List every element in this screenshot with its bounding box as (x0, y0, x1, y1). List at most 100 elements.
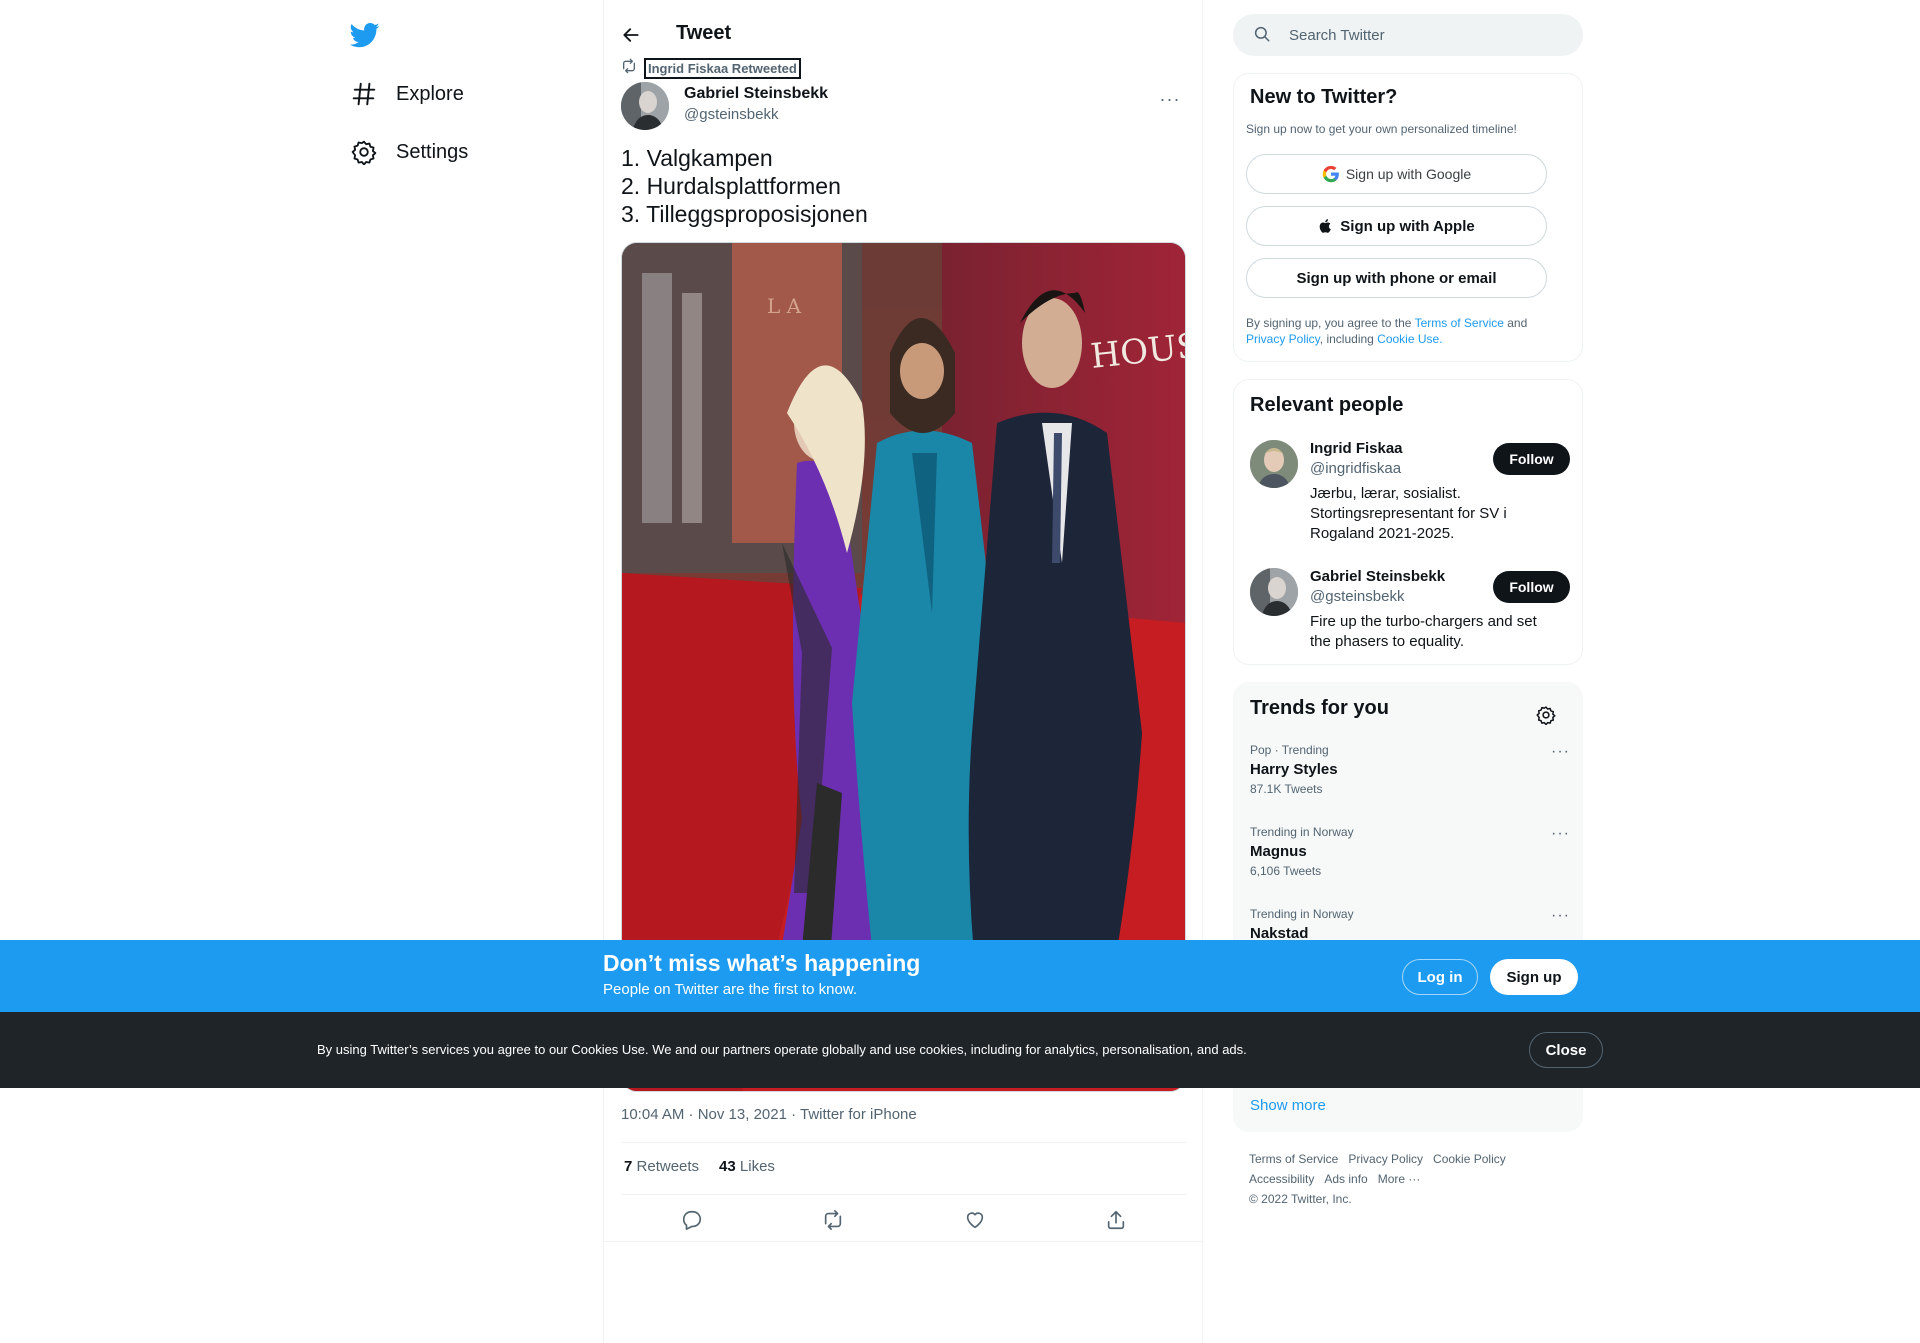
relevant-people-title: Relevant people (1250, 394, 1404, 416)
google-icon (1322, 165, 1340, 183)
person-handle: @ingridfiskaa (1310, 460, 1402, 477)
trend-count: 6,106 Tweets (1250, 864, 1322, 878)
signup-apple-label: Sign up with Apple (1340, 217, 1475, 235)
follow-button[interactable]: Follow (1493, 571, 1570, 603)
footer-link[interactable]: Cookie Policy (1433, 1152, 1506, 1166)
footer-link[interactable]: Privacy Policy (1348, 1152, 1423, 1166)
divider (621, 1194, 1187, 1195)
person-name[interactable]: Ingrid Fiskaa (1310, 440, 1403, 457)
cookie-banner: By using Twitter’s services you agree to… (0, 1012, 1920, 1088)
nav-settings[interactable]: Settings (350, 128, 468, 176)
trend-context: Trending in Norway (1250, 825, 1354, 839)
show-more-link[interactable]: Show more (1250, 1097, 1326, 1114)
hashtag-icon (350, 80, 378, 108)
more-options-icon[interactable]: ··· (1551, 825, 1570, 843)
footer-links: Terms of Service Privacy Policy Cookie Pol… (1249, 1149, 1569, 1209)
tweet-line: 1. Valgkampen (621, 145, 773, 171)
avatar[interactable] (1250, 440, 1298, 488)
tweet-line: 2. Hurdalsplattformen (621, 173, 841, 199)
gear-icon[interactable] (1536, 705, 1558, 727)
footer-link[interactable]: Terms of Service (1249, 1152, 1338, 1166)
trend-name: Harry Styles (1250, 761, 1338, 778)
footer-link[interactable]: Ads info (1324, 1172, 1367, 1186)
divider (604, 1241, 1204, 1242)
likes-count: 43 (719, 1158, 736, 1175)
retweet-icon (621, 58, 637, 79)
retweeted-by-link[interactable]: Ingrid Fiskaa Retweeted (644, 58, 801, 79)
signup-phone-label: Sign up with phone or email (1296, 269, 1497, 287)
terms-link[interactable]: Terms of Service (1415, 316, 1504, 330)
more-options-icon[interactable]: ··· (1153, 82, 1187, 116)
page-title: Tweet (676, 22, 732, 44)
trends-title: Trends for you (1250, 697, 1389, 719)
person-bio: Fire up the turbo-chargers and set the p… (1310, 613, 1537, 650)
likes-label: Likes (739, 1158, 775, 1175)
signup-google-label: Sign up with Google (1345, 166, 1472, 182)
person-item[interactable]: Ingrid Fiskaa @ingridfiskaa Follow Jærbu… (1250, 440, 1570, 550)
relevant-people-card: Relevant people Ingrid Fiskaa @ingridfis… (1233, 379, 1583, 665)
signup-legal-text: By signing up, you agree to the Terms of… (1246, 315, 1566, 347)
cookie-use-link[interactable]: Cookie Use. (1377, 332, 1442, 346)
search-box[interactable] (1233, 14, 1583, 56)
back-arrow-icon[interactable] (614, 18, 648, 52)
heart-icon[interactable] (957, 1202, 993, 1238)
follow-button[interactable]: Follow (1493, 443, 1570, 475)
more-options-icon[interactable]: ··· (1551, 907, 1570, 925)
login-prompt-subtitle: People on Twitter are the first to know. (603, 981, 858, 998)
nav-explore[interactable]: Explore (350, 70, 464, 118)
person-handle: @gsteinsbekk (1310, 588, 1405, 605)
footer-more-link[interactable]: More ··· (1378, 1172, 1421, 1186)
author-name[interactable]: Gabriel Steinsbekk (684, 85, 828, 103)
more-options-icon[interactable]: ··· (1551, 743, 1570, 761)
signup-card: New to Twitter? Sign up now to get your … (1233, 73, 1583, 362)
divider (621, 1142, 1187, 1143)
nav-settings-label: Settings (396, 140, 469, 163)
privacy-link[interactable]: Privacy Policy (1246, 332, 1320, 346)
footer-link[interactable]: Accessibility (1249, 1172, 1314, 1186)
signup-button[interactable]: Sign up (1490, 959, 1578, 995)
share-icon[interactable] (1098, 1202, 1134, 1238)
tweet-text: 1. Valgkampen 2. Hurdalsplattformen 3. T… (621, 144, 1187, 228)
trend-context: Trending in Norway (1250, 907, 1354, 921)
gear-icon (350, 138, 378, 166)
close-button[interactable]: Close (1529, 1032, 1603, 1068)
signup-apple-button[interactable]: Sign up with Apple (1246, 206, 1547, 246)
tweet-stats: 7 Retweets 43 Likes (624, 1158, 795, 1175)
cookie-text: By using Twitter’s services you agree to… (317, 1042, 1247, 1057)
search-input[interactable] (1289, 26, 1549, 44)
trend-item[interactable]: Pop · Trending Harry Styles 87.1K Tweets… (1250, 743, 1570, 796)
avatar[interactable] (1250, 568, 1298, 616)
tweet-line: 3. Tilleggsproposisjonen (621, 201, 868, 227)
retweets-stat[interactable]: 7 Retweets (624, 1158, 699, 1175)
signup-google-button[interactable]: Sign up with Google (1246, 154, 1547, 194)
search-icon (1253, 25, 1273, 45)
trend-name: Magnus (1250, 843, 1307, 860)
tweet-author: Gabriel Steinsbekk @gsteinsbekk ··· (621, 82, 1187, 130)
signup-phone-email-button[interactable]: Sign up with phone or email (1246, 258, 1547, 298)
legal-and: and (1503, 316, 1528, 330)
legal-pre: By signing up, you agree to the (1246, 316, 1415, 330)
likes-stat[interactable]: 43 Likes (719, 1158, 775, 1175)
retweet-icon[interactable] (815, 1202, 851, 1238)
tweet-timestamp[interactable]: 10:04 AM · Nov 13, 2021 · Twitter for iP… (621, 1106, 917, 1123)
person-item[interactable]: Gabriel Steinsbekk @gsteinsbekk Follow F… (1250, 568, 1570, 658)
apple-icon (1318, 217, 1334, 235)
copyright: © 2022 Twitter, Inc. (1249, 1192, 1352, 1206)
twitter-bird-icon[interactable] (349, 20, 382, 52)
tweet-actions (621, 1204, 1187, 1236)
person-name[interactable]: Gabriel Steinsbekk (1310, 568, 1445, 585)
trend-context: Pop · Trending (1250, 743, 1329, 757)
retweet-context: Ingrid Fiskaa Retweeted (621, 58, 801, 79)
login-button[interactable]: Log in (1402, 959, 1478, 995)
login-prompt-title: Don’t miss what’s happening (603, 950, 921, 976)
retweets-count: 7 (624, 1158, 633, 1175)
author-handle[interactable]: @gsteinsbekk (684, 106, 778, 123)
login-prompt-bar: Don’t miss what’s happening People on Tw… (0, 940, 1920, 1012)
person-bio: Jærbu, lærar, sosialist. Stortingsrepres… (1310, 485, 1507, 542)
reply-icon[interactable] (674, 1202, 710, 1238)
retweets-label: Retweets (636, 1158, 700, 1175)
trend-item[interactable]: Trending in Norway Magnus 6,106 Tweets ·… (1250, 825, 1570, 878)
legal-including: , including (1319, 332, 1378, 346)
author-avatar[interactable] (621, 82, 669, 130)
nav-explore-label: Explore (396, 82, 464, 105)
